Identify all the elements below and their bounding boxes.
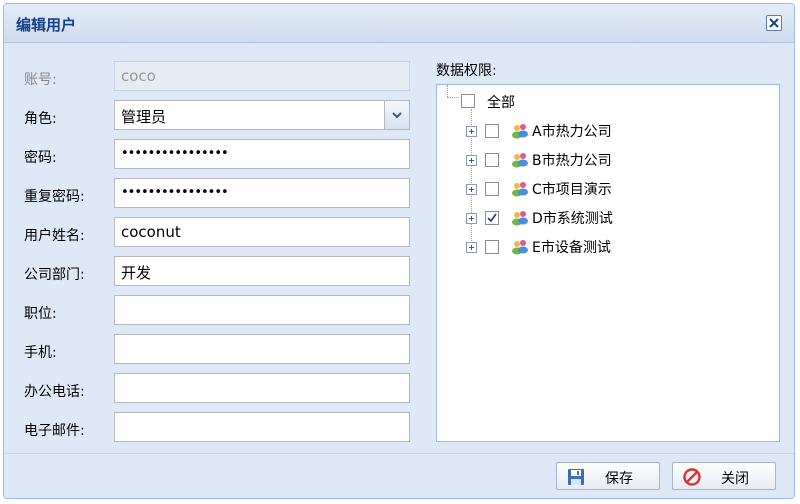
edit-user-dialog: 编辑用户 账号: coco 角色: 管理员 密码: ••••••••••••••… bbox=[3, 3, 795, 499]
tree-node[interactable]: A市热力公司 bbox=[437, 119, 777, 143]
close-button[interactable]: 关闭 bbox=[672, 462, 776, 490]
user-name-label: 用户姓名: bbox=[24, 228, 85, 244]
group-icon bbox=[512, 240, 528, 255]
tree-node[interactable]: C市项目演示 bbox=[437, 177, 777, 201]
checkbox[interactable] bbox=[485, 240, 499, 254]
save-button[interactable]: 保存 bbox=[556, 462, 660, 490]
group-icon bbox=[512, 124, 528, 139]
password-label: 密码: bbox=[24, 150, 57, 166]
data-permission-label: 数据权限: bbox=[436, 63, 497, 79]
office-phone-label: 办公电话: bbox=[24, 384, 85, 400]
group-icon bbox=[512, 182, 528, 197]
password-row: 密码: •••••••••••••••• bbox=[10, 139, 420, 171]
password-field[interactable]: •••••••••••••••• bbox=[114, 139, 410, 169]
office-phone-field[interactable] bbox=[114, 373, 410, 403]
save-icon bbox=[568, 469, 584, 485]
role-row: 角色: 管理员 bbox=[10, 100, 420, 132]
checkbox[interactable] bbox=[485, 153, 499, 167]
save-button-label: 保存 bbox=[605, 471, 633, 487]
expand-icon[interactable] bbox=[466, 184, 477, 195]
account-label: 账号: bbox=[24, 72, 57, 88]
position-row: 职位: bbox=[10, 295, 420, 327]
chevron-down-icon bbox=[392, 112, 402, 119]
office-phone-row: 办公电话: bbox=[10, 373, 420, 405]
tree-node-label: D市系统测试 bbox=[532, 211, 613, 227]
repeat-password-label: 重复密码: bbox=[24, 189, 85, 205]
close-icon[interactable] bbox=[766, 15, 782, 31]
user-name-field[interactable]: coconut bbox=[114, 217, 410, 247]
department-field[interactable]: 开发 bbox=[114, 256, 410, 286]
role-select[interactable]: 管理员 bbox=[114, 100, 410, 130]
close-button-label: 关闭 bbox=[721, 471, 749, 487]
email-label: 电子邮件: bbox=[24, 423, 85, 439]
tree-node-label: B市热力公司 bbox=[532, 153, 612, 169]
expand-icon[interactable] bbox=[466, 213, 477, 224]
tree-node-label: 全部 bbox=[487, 95, 515, 111]
position-label: 职位: bbox=[24, 306, 57, 322]
tree-node-root[interactable]: 全部 bbox=[437, 90, 777, 114]
repeat-password-row: 重复密码: •••••••••••••••• bbox=[10, 178, 420, 210]
account-row: 账号: coco bbox=[10, 61, 420, 93]
expand-icon[interactable] bbox=[466, 242, 477, 253]
dialog-footer: 保存 关闭 bbox=[4, 453, 794, 498]
cancel-icon bbox=[683, 468, 701, 486]
email-field[interactable] bbox=[114, 412, 410, 442]
check-icon bbox=[487, 213, 497, 223]
tree-node[interactable]: B市热力公司 bbox=[437, 148, 777, 172]
dialog-title: 编辑用户 bbox=[16, 16, 77, 34]
tree-node-label: E市设备测试 bbox=[532, 240, 611, 256]
mobile-field[interactable] bbox=[114, 334, 410, 364]
expand-icon[interactable] bbox=[466, 155, 477, 166]
tree-node-label: A市热力公司 bbox=[532, 124, 612, 140]
department-label: 公司部门: bbox=[24, 267, 85, 283]
checkbox[interactable] bbox=[485, 182, 499, 196]
role-value: 管理员 bbox=[121, 108, 167, 126]
role-dropdown-button[interactable] bbox=[384, 101, 409, 129]
checkbox-checked[interactable] bbox=[485, 211, 499, 225]
group-icon bbox=[512, 211, 528, 226]
email-row: 电子邮件: bbox=[10, 412, 420, 444]
tree-node[interactable]: E市设备测试 bbox=[437, 235, 777, 259]
checkbox-root[interactable] bbox=[461, 94, 475, 108]
position-field[interactable] bbox=[114, 295, 410, 325]
group-icon bbox=[512, 153, 528, 168]
mobile-label: 手机: bbox=[24, 345, 57, 361]
tree-node[interactable]: D市系统测试 bbox=[437, 206, 777, 230]
checkbox[interactable] bbox=[485, 124, 499, 138]
account-field: coco bbox=[114, 61, 410, 91]
user-name-row: 用户姓名: coconut bbox=[10, 217, 420, 249]
role-label: 角色: bbox=[24, 111, 57, 127]
dialog-body: 账号: coco 角色: 管理员 密码: •••••••••••••••• 重复… bbox=[10, 43, 788, 455]
expand-icon[interactable] bbox=[466, 126, 477, 137]
dialog-titlebar[interactable]: 编辑用户 bbox=[4, 4, 794, 43]
permission-tree: 全部 A市热力公司 B市热力公司 C市项目演示 D市系统测试 E市设备测试 bbox=[436, 84, 780, 442]
repeat-password-field[interactable]: •••••••••••••••• bbox=[114, 178, 410, 208]
department-row: 公司部门: 开发 bbox=[10, 256, 420, 288]
tree-node-label: C市项目演示 bbox=[532, 182, 612, 198]
mobile-row: 手机: bbox=[10, 334, 420, 366]
